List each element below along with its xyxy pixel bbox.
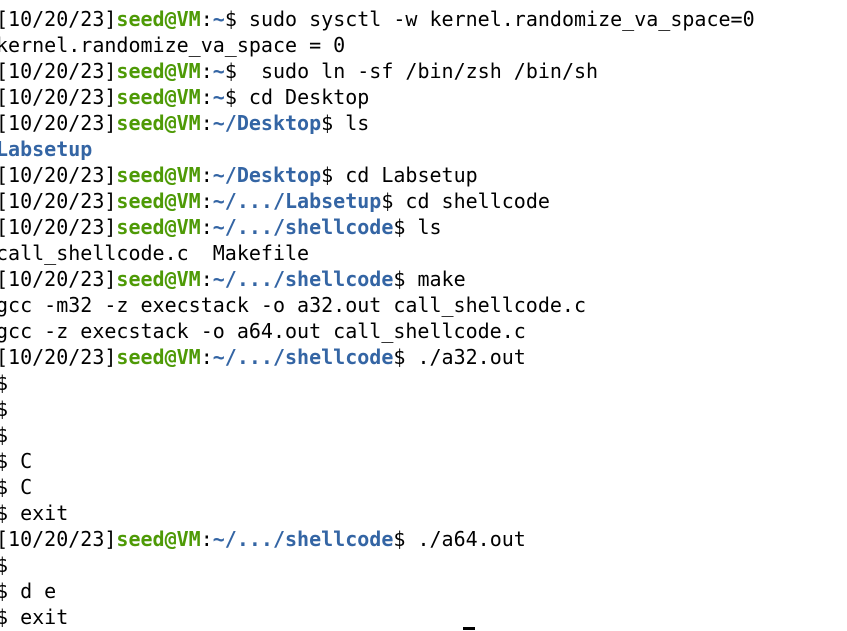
prompt-line: [10/20/23]seed@VM:~/.../shellcode$ ./a64… xyxy=(0,526,755,552)
prompt-date: [10/20/23] xyxy=(0,345,117,369)
command-text: cd Desktop xyxy=(236,85,370,109)
prompt-path: ~ xyxy=(212,7,225,31)
output-text: $ xyxy=(0,553,9,577)
output-text: call_shellcode.c Makefile xyxy=(0,241,310,265)
prompt-date: [10/20/23] xyxy=(0,527,117,551)
output-text: $ xyxy=(0,371,9,395)
output-line: Labsetup xyxy=(0,136,755,162)
prompt-path: ~/Desktop xyxy=(212,111,322,135)
output-text: gcc -m32 -z execstack -o a32.out call_sh… xyxy=(0,293,587,317)
prompt-line: [10/20/23]seed@VM:~/.../shellcode$ ./a32… xyxy=(0,344,755,370)
output-text: $ exit xyxy=(0,501,69,525)
prompt-user-host: seed@VM xyxy=(116,189,201,213)
command-text: ls xyxy=(333,111,370,135)
prompt-date: [10/20/23] xyxy=(0,163,117,187)
command-text: ls xyxy=(405,215,442,239)
prompt-path: ~ xyxy=(212,85,225,109)
prompt-date: [10/20/23] xyxy=(0,267,117,291)
output-line: $ d e xyxy=(0,578,755,604)
output-line: $ exit xyxy=(0,500,755,526)
output-line: call_shellcode.c Makefile xyxy=(0,240,755,266)
output-line: $ C xyxy=(0,474,755,500)
output-text: $ xyxy=(0,423,9,447)
terminal-window[interactable]: [10/20/23]seed@VM:~$ sudo sysctl -w kern… xyxy=(0,0,847,631)
terminal-output: [10/20/23]seed@VM:~$ sudo sysctl -w kern… xyxy=(0,6,755,630)
prompt-date: [10/20/23] xyxy=(0,85,117,109)
output-text: $ C xyxy=(0,475,33,499)
prompt-date: [10/20/23] xyxy=(0,59,117,83)
output-line: $ xyxy=(0,552,755,578)
prompt-user-host: seed@VM xyxy=(116,345,201,369)
output-line: $ xyxy=(0,422,755,448)
command-text: ./a32.out xyxy=(405,345,526,369)
output-text: $ exit xyxy=(0,605,69,629)
prompt-user-host: seed@VM xyxy=(116,85,201,109)
prompt-line: [10/20/23]seed@VM:~/Desktop$ cd Labsetup xyxy=(0,162,755,188)
prompt-date: [10/20/23] xyxy=(0,215,117,239)
prompt-user-host: seed@VM xyxy=(116,527,201,551)
prompt-user-host: seed@VM xyxy=(116,111,201,135)
command-text: cd shellcode xyxy=(393,189,550,213)
output-text: gcc -z execstack -o a64.out call_shellco… xyxy=(0,319,526,343)
prompt-user-host: seed@VM xyxy=(116,59,201,83)
output-text: $ xyxy=(0,397,9,421)
command-text: cd Labsetup xyxy=(333,163,478,187)
prompt-line: [10/20/23]seed@VM:~/.../shellcode$ make xyxy=(0,266,755,292)
prompt-path: ~/.../shellcode xyxy=(212,215,394,239)
output-line: kernel.randomize_va_space = 0 xyxy=(0,32,755,58)
prompt-user-host: seed@VM xyxy=(116,267,201,291)
prompt-path: ~/.../shellcode xyxy=(212,527,394,551)
prompt-path: ~ xyxy=(212,59,225,83)
prompt-line: [10/20/23]seed@VM:~/.../shellcode$ ls xyxy=(0,214,755,240)
command-text: sudo sysctl -w kernel.randomize_va_space… xyxy=(236,7,755,31)
output-line: $ exit xyxy=(0,604,755,630)
prompt-user-host: seed@VM xyxy=(116,163,201,187)
prompt-line: [10/20/23]seed@VM:~$ sudo sysctl -w kern… xyxy=(0,6,755,32)
prompt-line: [10/20/23]seed@VM:~/Desktop$ ls xyxy=(0,110,755,136)
prompt-line: [10/20/23]seed@VM:~$ sudo ln -sf /bin/zs… xyxy=(0,58,755,84)
output-line: $ xyxy=(0,370,755,396)
directory-name: Labsetup xyxy=(0,137,93,161)
output-line: $ xyxy=(0,396,755,422)
output-text: kernel.randomize_va_space = 0 xyxy=(0,33,346,57)
output-text: $ d e xyxy=(0,579,57,603)
prompt-user-host: seed@VM xyxy=(116,215,201,239)
prompt-line: [10/20/23]seed@VM:~$ cd Desktop xyxy=(0,84,755,110)
output-line: $ C xyxy=(0,448,755,474)
output-line: gcc -m32 -z execstack -o a32.out call_sh… xyxy=(0,292,755,318)
prompt-path: ~/.../Labsetup xyxy=(212,189,382,213)
output-line: gcc -z execstack -o a64.out call_shellco… xyxy=(0,318,755,344)
prompt-path: ~/.../shellcode xyxy=(212,267,394,291)
prompt-date: [10/20/23] xyxy=(0,7,117,31)
prompt-date: [10/20/23] xyxy=(0,111,117,135)
output-text: $ C xyxy=(0,449,33,473)
text-cursor xyxy=(463,627,475,630)
command-text: make xyxy=(405,267,466,291)
prompt-user-host: seed@VM xyxy=(116,7,201,31)
command-text: ./a64.out xyxy=(405,527,526,551)
prompt-date: [10/20/23] xyxy=(0,189,117,213)
prompt-path: ~/.../shellcode xyxy=(212,345,394,369)
prompt-line: [10/20/23]seed@VM:~/.../Labsetup$ cd she… xyxy=(0,188,755,214)
command-text: sudo ln -sf /bin/zsh /bin/sh xyxy=(236,59,599,83)
prompt-path: ~/Desktop xyxy=(212,163,322,187)
